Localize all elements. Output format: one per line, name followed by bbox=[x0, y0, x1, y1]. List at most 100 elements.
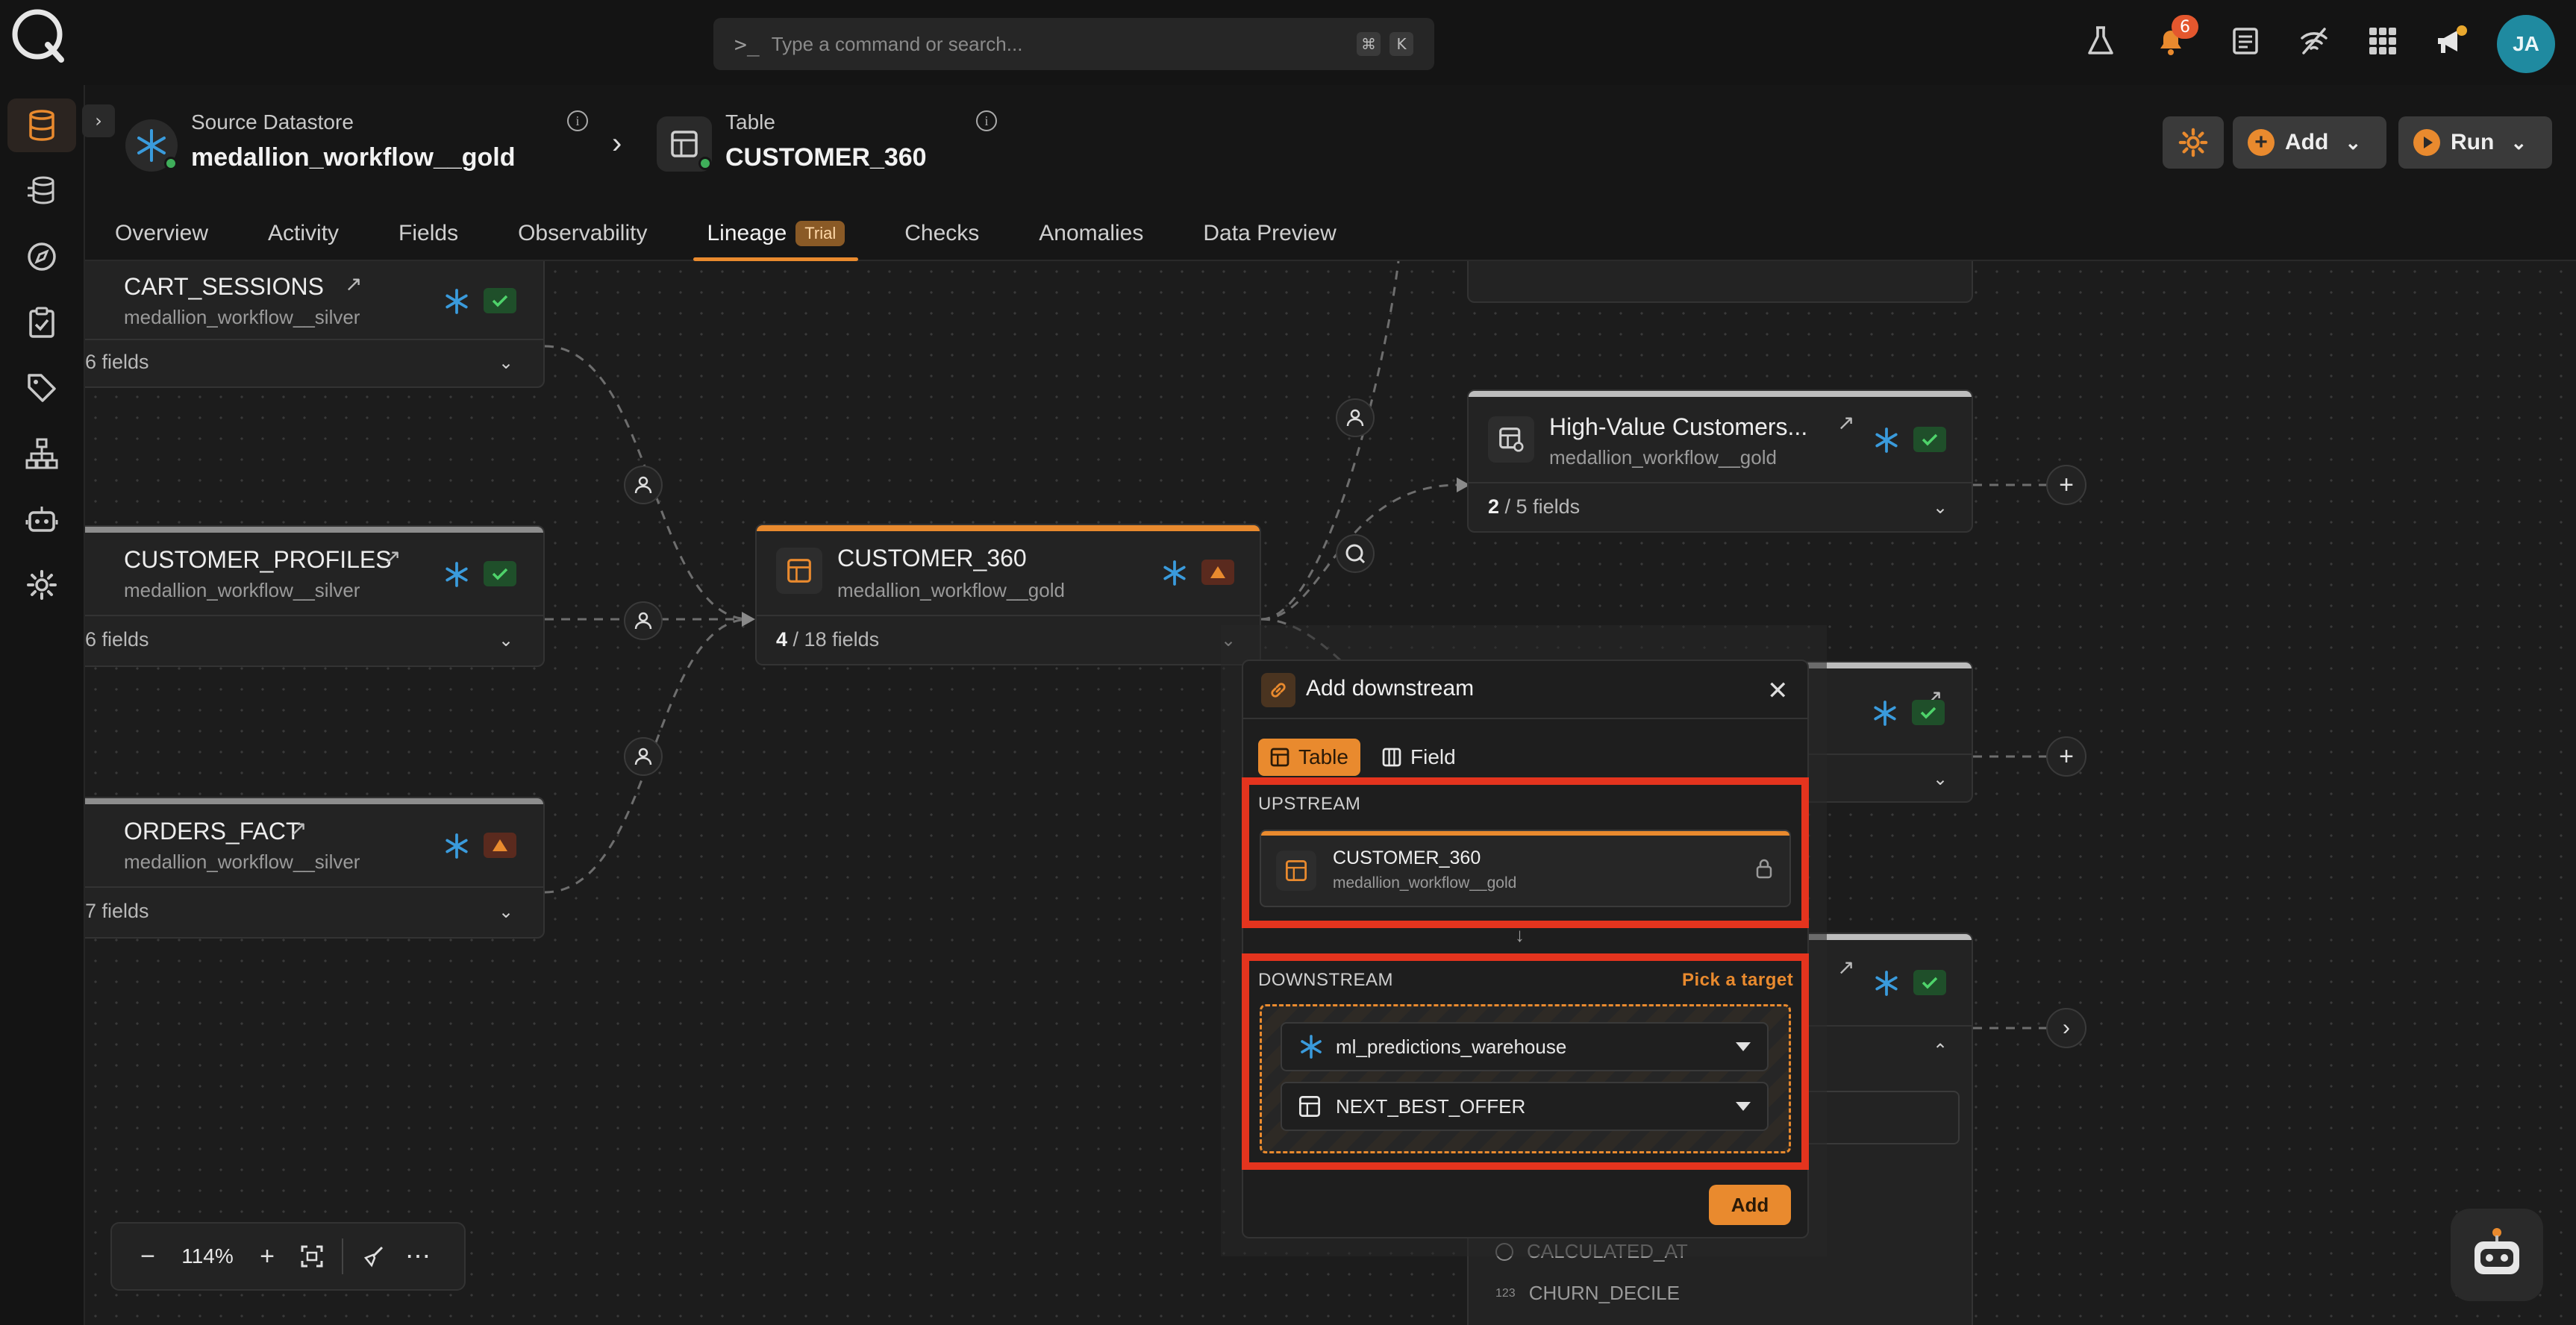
dialog-add-button[interactable]: Add bbox=[1709, 1185, 1791, 1225]
table-info-icon[interactable]: i bbox=[976, 110, 997, 131]
user-avatar[interactable]: JA bbox=[2497, 15, 2555, 73]
segment-field[interactable]: Field bbox=[1370, 739, 1468, 776]
run-button[interactable]: Run ⌄ bbox=[2398, 116, 2552, 169]
app-logo-icon[interactable] bbox=[10, 7, 67, 64]
edge-to-top bbox=[1260, 261, 1400, 621]
kbd-cmd: ⌘ bbox=[1357, 32, 1381, 56]
downstream-table-select[interactable]: NEXT_BEST_OFFER bbox=[1281, 1082, 1769, 1131]
settings-button[interactable] bbox=[2163, 116, 2224, 169]
open-external-icon[interactable]: ↗ bbox=[290, 816, 307, 841]
nav-checks[interactable] bbox=[7, 295, 76, 349]
expand-chevron-right-icon[interactable]: › bbox=[2046, 1008, 2086, 1048]
nav-settings[interactable] bbox=[7, 558, 76, 612]
node-customer-profiles[interactable]: CUSTOMER_PROFILES ↗ medallion_workflow__… bbox=[85, 525, 545, 667]
chevron-up-icon[interactable]: ⌃ bbox=[1930, 1040, 1951, 1061]
nav-tags[interactable] bbox=[7, 361, 76, 415]
source-datastore-label: Source Datastore bbox=[191, 110, 354, 134]
notifications-bell-icon[interactable]: 6 bbox=[2149, 15, 2198, 63]
open-external-icon[interactable]: ↗ bbox=[345, 272, 362, 296]
apps-grid-icon[interactable] bbox=[2361, 19, 2404, 63]
table-status-dot bbox=[698, 157, 712, 170]
gear-icon bbox=[27, 570, 57, 600]
source-info-icon[interactable]: i bbox=[567, 110, 588, 131]
open-external-icon[interactable]: ↗ bbox=[384, 545, 401, 569]
downstream-datastore-select[interactable]: ml_predictions_warehouse bbox=[1281, 1022, 1769, 1071]
chevron-down-icon[interactable]: ⌄ bbox=[1930, 497, 1951, 518]
robot-icon bbox=[25, 507, 58, 532]
signal-off-icon[interactable] bbox=[2292, 19, 2336, 63]
edge-user-icon[interactable] bbox=[624, 737, 663, 776]
add-button-label: Add bbox=[2285, 130, 2329, 154]
node-top-partial[interactable] bbox=[1467, 261, 1973, 303]
add-downstream-plus-icon[interactable]: + bbox=[2046, 465, 2086, 505]
chevron-down-icon[interactable]: ⌄ bbox=[495, 630, 516, 651]
tab-anomalies[interactable]: Anomalies bbox=[1009, 206, 1173, 261]
nav-explore[interactable] bbox=[7, 230, 76, 284]
zoom-out-icon[interactable]: − bbox=[125, 1234, 170, 1279]
upstream-label: UPSTREAM bbox=[1258, 794, 1361, 814]
add-button[interactable]: + Add ⌄ bbox=[2233, 116, 2386, 169]
close-icon[interactable]: ✕ bbox=[1767, 676, 1789, 706]
nav-datastores[interactable] bbox=[7, 98, 76, 152]
node-subtitle: medallion_workflow__silver bbox=[124, 851, 360, 873]
node-fields-count: 7 fields bbox=[85, 900, 149, 922]
edge-user-icon[interactable] bbox=[624, 466, 663, 504]
chevron-down-icon[interactable]: ⌄ bbox=[495, 901, 516, 922]
add-downstream-dialog: Add downstream ✕ Table Field UPSTREAM CU… bbox=[1242, 660, 1809, 1238]
tab-lineage[interactable]: Lineage Trial bbox=[677, 206, 875, 261]
table-name: CUSTOMER_360 bbox=[725, 143, 927, 172]
database-stream-icon bbox=[28, 176, 54, 204]
node-customer-360[interactable]: CUSTOMER_360 medallion_workflow__gold 4 … bbox=[755, 524, 1261, 665]
node-high-value-customers[interactable]: High-Value Customers... ↗ medallion_work… bbox=[1467, 389, 1973, 533]
tab-data-preview[interactable]: Data Preview bbox=[1173, 206, 1366, 261]
open-external-icon[interactable]: ↗ bbox=[1837, 410, 1854, 435]
fit-view-icon[interactable] bbox=[290, 1234, 334, 1279]
run-button-label: Run bbox=[2451, 130, 2495, 154]
zoom-in-icon[interactable]: + bbox=[245, 1234, 290, 1279]
node-orders-fact[interactable]: ORDERS_FACT ↗ medallion_workflow__silver… bbox=[85, 797, 545, 939]
database-icon bbox=[29, 110, 54, 141]
check-passed-icon bbox=[484, 561, 516, 586]
terminal-icon: >_ bbox=[734, 31, 760, 57]
node-fields-count: 6 fields bbox=[85, 351, 149, 373]
tab-fields[interactable]: Fields bbox=[369, 206, 488, 261]
source-datastore-name[interactable]: medallion_workflow__gold bbox=[191, 143, 516, 172]
edge-qualytics-icon[interactable] bbox=[1336, 534, 1375, 573]
tab-observability[interactable]: Observability bbox=[488, 206, 677, 261]
search-input[interactable] bbox=[771, 32, 1348, 56]
zoom-level: 114% bbox=[181, 1244, 234, 1268]
nav-agents[interactable] bbox=[7, 492, 76, 546]
node-cart-sessions[interactable]: CART_SESSIONS ↗ medallion_workflow__silv… bbox=[85, 261, 545, 388]
trial-badge: Trial bbox=[795, 221, 845, 246]
open-external-icon[interactable]: ↗ bbox=[1837, 955, 1854, 980]
upstream-subtitle: medallion_workflow__gold bbox=[1333, 874, 1517, 892]
command-search[interactable]: >_ ⌘ K bbox=[713, 18, 1434, 70]
flask-icon[interactable] bbox=[2079, 19, 2122, 63]
node-mid-partial[interactable]: ↗ ⌄ bbox=[1801, 661, 1973, 803]
assistant-bot-button[interactable] bbox=[2451, 1209, 2543, 1301]
table-settings-icon bbox=[1488, 416, 1534, 463]
segment-table[interactable]: Table bbox=[1258, 739, 1360, 776]
chevron-down-icon[interactable]: ⌄ bbox=[495, 352, 516, 373]
upstream-table-card: CUSTOMER_360 medallion_workflow__gold bbox=[1260, 830, 1791, 907]
add-downstream-plus-icon[interactable]: + bbox=[2046, 736, 2086, 777]
expand-sidebar-button[interactable]: › bbox=[82, 104, 115, 137]
document-icon[interactable] bbox=[2224, 19, 2267, 63]
edge-user-icon[interactable] bbox=[624, 601, 663, 640]
tab-lineage-label: Lineage bbox=[707, 221, 787, 245]
edge-user-icon[interactable] bbox=[1336, 398, 1375, 437]
tab-checks[interactable]: Checks bbox=[875, 206, 1009, 261]
arrow-down-icon: ↓ bbox=[1515, 924, 1525, 946]
announcement-megaphone-icon[interactable] bbox=[2430, 19, 2473, 63]
snowflake-icon bbox=[443, 833, 470, 862]
nav-hierarchy[interactable] bbox=[7, 427, 76, 480]
datastore-select-value: ml_predictions_warehouse bbox=[1336, 1035, 1567, 1058]
broom-clean-icon[interactable] bbox=[351, 1234, 396, 1279]
field-row-churn-decile[interactable]: 123 CHURN_DECILE bbox=[1495, 1282, 1680, 1305]
more-options-icon[interactable]: ⋯ bbox=[396, 1234, 440, 1279]
nav-data-flows[interactable] bbox=[7, 164, 76, 218]
tab-activity[interactable]: Activity bbox=[238, 206, 369, 261]
chevron-down-icon[interactable]: ⌄ bbox=[1930, 768, 1951, 789]
tab-overview[interactable]: Overview bbox=[85, 206, 238, 261]
check-passed-icon bbox=[484, 288, 516, 313]
